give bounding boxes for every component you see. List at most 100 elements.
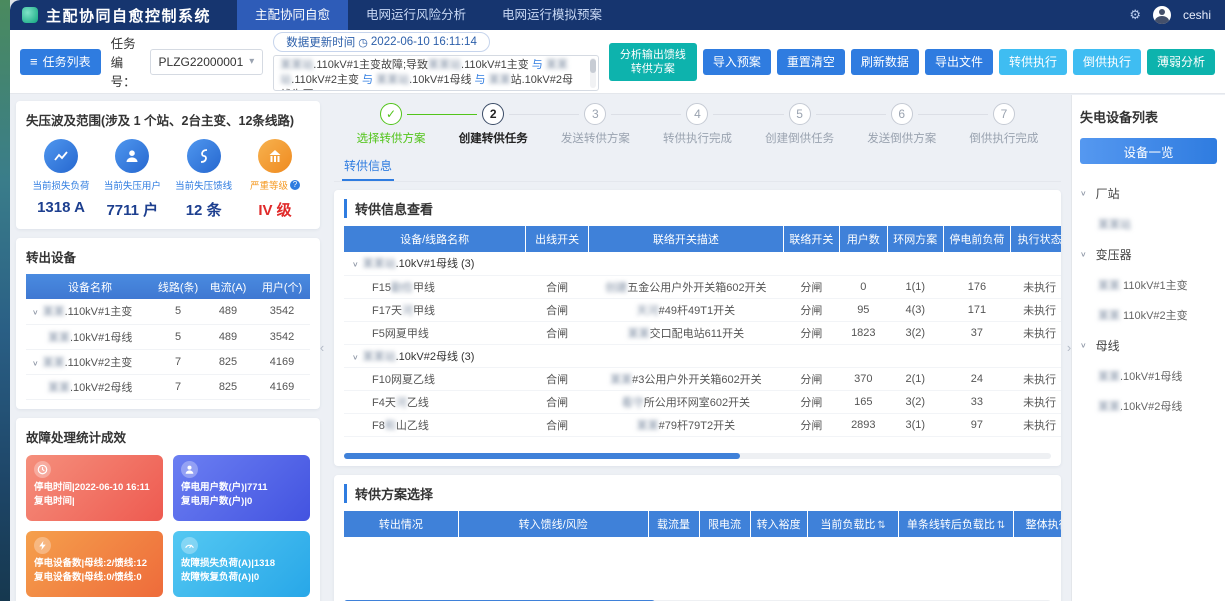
sortable-column[interactable]: 当前负载比 [807,511,899,537]
user-avatar[interactable] [1153,6,1171,24]
step-backfeed-done[interactable]: 7倒供执行完成 [953,103,1055,146]
device-overview-banner[interactable]: 设备一览 [1080,138,1217,164]
toolbar: 任务列表 任务编号： PLZG22000001 数据更新时间 2022-06-1… [10,30,1225,94]
fault-stats-grid: 停电时间|2022-06-10 16:11 复电时间| 停电用户数(户)|771… [26,455,310,597]
sortable-column[interactable]: 整体执行负载比 [1013,511,1061,537]
stat-value: 12 条 [169,199,239,220]
table-row[interactable]: F17天河甲线 合闸 天河#49杆49T1开关 分闸 95 4(3) 171 未… [344,298,1061,321]
caret-down-icon[interactable] [1080,250,1087,259]
table-header-row: 设备/线路名称出线开关联络开关描述 联络开关用户数环网方案 停电前负荷执行状态转… [344,226,1061,252]
user-icon [115,139,149,173]
horizontal-scrollbar[interactable] [344,453,1051,459]
outgoing-devices-table: 设备名称线路(条) 电流(A)用户(个) 某某.110kV#1主变 5 489 … [26,274,310,400]
nav-tab-simulation-plan[interactable]: 电网运行模拟预案 [484,0,620,30]
update-time-value: 2022-06-10 16:11:14 [371,36,477,48]
caret-down-icon[interactable] [32,359,39,368]
weakness-analysis-button[interactable]: 薄弱分析 [1147,49,1215,75]
table-row[interactable]: 某某.10kV#2母线 7 825 4169 [26,374,310,399]
task-list-button[interactable]: 任务列表 [20,49,101,75]
table-header-row: 转出情况 转入馈线/风险 载流量 限电流 转入裕度 当前负载比 单条线转后负载比… [344,511,1061,537]
stat-line: 复电设备数|母线:0/馈线:0 [34,571,155,585]
fault-description-textarea[interactable]: 某某站.110kV#1主变故障;导致某某站.110kV#1主变 与 某某站.11… [273,55,599,91]
table-row[interactable]: 某某.110kV#1主变 5 489 3542 [26,299,310,324]
table-row[interactable]: F15勤俭甲线 合闸 创建五金公用户外开关箱602开关 分闸 0 1(1) 17… [344,275,1061,298]
stat-label: 当前损失负荷 [26,178,96,192]
stat-line: 复电用户数(户)|0 [181,495,302,509]
collapse-right-panel-handle[interactable] [1063,328,1075,368]
table-group-row[interactable]: 某某站.10kV#2母线 (3) [344,344,1061,367]
impact-scope-card: 失压波及范围(涉及 1 个站、2台主变、12条线路) 当前损失负荷 1318 A [16,101,320,229]
stat-lost-load: 当前损失负荷 1318 A [26,139,96,220]
tree-leaf-transformer-1[interactable]: 某某 110kV#1主变 [1080,270,1217,300]
step-send-backfeed-plan[interactable]: 6发送倒供方案 [851,103,953,146]
table-row[interactable]: F5网夏甲线 合闸 某某交口配电站611开关 分闸 1823 3(2) 37 未… [344,321,1061,344]
header-right: ceshi [1129,6,1225,24]
bolt-icon [34,537,51,554]
clock-icon [358,36,368,49]
backfeed-execute-button[interactable]: 倒供执行 [1073,49,1141,75]
gear-icon[interactable] [1129,7,1141,23]
refresh-data-button[interactable]: 刷新数据 [851,49,919,75]
caret-down-icon[interactable] [352,353,359,362]
task-number-label: 任务编号： [111,33,144,90]
table-row[interactable]: F10网夏乙线 合闸 某某#3公用户外开关箱602开关 分闸 370 2(1) … [344,367,1061,390]
center-tabbar: 转供信息 [334,154,1061,182]
stat-lost-users: 当前失压用户 7711 户 [97,139,167,220]
right-sidebar: 失电设备列表 设备一览 厂站 某某站 变压器 某某 110kV#1主变 某某 1… [1071,95,1225,601]
step-send-transfer-plan[interactable]: 3发送转供方案 [544,103,646,146]
export-file-button[interactable]: 导出文件 [925,49,993,75]
clock-icon [34,461,51,478]
tree-node-station[interactable]: 厂站 [1080,178,1217,209]
task-number-value: PLZG22000001 [159,55,244,69]
transfer-info-title: 转供信息查看 [344,199,1051,218]
users-icon [181,461,198,478]
stat-label: 严重等级 [240,178,310,192]
analyze-output-plan-button[interactable]: 分析输出馈线转供方案 [609,43,697,81]
table-row[interactable]: 某某.10kV#1母线 5 489 3542 [26,324,310,349]
fault-textarea-scrollbar[interactable] [590,58,596,88]
screen: 主配协同自愈控制系统 主配协同自愈 电网运行风险分析 电网运行模拟预案 cesh… [0,0,1225,601]
stat-line: 停电时间|2022-06-10 16:11 [34,481,155,495]
tree-leaf-transformer-2[interactable]: 某某 110kV#2主变 [1080,300,1217,330]
help-icon[interactable] [290,180,300,190]
collapse-left-panel-handle[interactable] [316,328,328,368]
transfer-info-table: 设备/线路名称出线开关联络开关描述 联络开关用户数环网方案 停电前负荷执行状态转… [344,226,1061,437]
app-header: 主配协同自愈控制系统 主配协同自愈 电网运行风险分析 电网运行模拟预案 cesh… [10,0,1225,30]
table-row[interactable]: 某某.110kV#2主变 7 825 4169 [26,349,310,374]
stat-lost-feeders: 当前失压馈线 12 条 [169,139,239,220]
table-header-row: 设备名称线路(条) 电流(A)用户(个) [26,274,310,299]
tree-node-transformer[interactable]: 变压器 [1080,239,1217,270]
step-create-backfeed-task[interactable]: 5创建倒供任务 [749,103,851,146]
left-panel: 失压波及范围(涉及 1 个站、2台主变、12条线路) 当前损失负荷 1318 A [10,95,324,601]
transfer-info-card: 转供信息查看 设备/线路名称出线开关联络开关描述 联络开关用户数环网方案 停电前… [334,190,1061,466]
import-plan-button[interactable]: 导入预案 [703,49,771,75]
reset-clear-button[interactable]: 重置清空 [777,49,845,75]
step-create-transfer-task[interactable]: 2创建转供任务 [442,103,544,146]
impact-stats: 当前损失负荷 1318 A 当前失压用户 7711 户 [26,139,310,220]
caret-down-icon[interactable] [1080,189,1087,198]
caret-down-icon[interactable] [1080,341,1087,350]
transfer-execute-button[interactable]: 转供执行 [999,49,1067,75]
nav-tab-risk-analysis[interactable]: 电网运行风险分析 [348,0,484,30]
tree-leaf-busbar-1[interactable]: 某某.10kV#1母线 [1080,361,1217,391]
nav-tab-self-healing[interactable]: 主配协同自愈 [237,0,348,30]
outgoing-devices-card: 转出设备 设备名称线路(条) 电流(A)用户(个) 某某.110kV#1主变 5… [16,238,320,409]
stat-value: 1318 A [26,199,96,216]
caret-down-icon[interactable] [352,260,359,269]
task-number-select[interactable]: PLZG22000001 [150,49,264,75]
table-row[interactable]: F8和山乙线 合闸 某某#79杆79T2开关 分闸 2893 3(1) 97 未… [344,413,1061,436]
sort-icon [997,520,1005,531]
tree-node-busbar[interactable]: 母线 [1080,330,1217,361]
step-select-plan[interactable]: ✓选择转供方案 [340,103,442,146]
update-time-group: 数据更新时间 2022-06-10 16:11:14 某某站.110kV#1主变… [273,32,599,91]
sort-icon [877,520,885,531]
tree-leaf-station[interactable]: 某某站 [1080,209,1217,239]
fault-stats-card: 故障处理统计成效 停电时间|2022-06-10 16:11 复电时间| [16,418,320,601]
table-group-row[interactable]: 某某站.10kV#1母线 (3) [344,252,1061,275]
table-row[interactable]: F4天河乙线 合闸 看守所公用环网室602开关 分闸 165 3(2) 33 未… [344,390,1061,413]
tree-leaf-busbar-2[interactable]: 某某.10kV#2母线 [1080,391,1217,421]
step-transfer-done[interactable]: 4转供执行完成 [646,103,748,146]
caret-down-icon[interactable] [32,308,39,317]
sortable-column[interactable]: 单条线转后负载比 [899,511,1013,537]
tab-transfer-info[interactable]: 转供信息 [342,154,394,181]
